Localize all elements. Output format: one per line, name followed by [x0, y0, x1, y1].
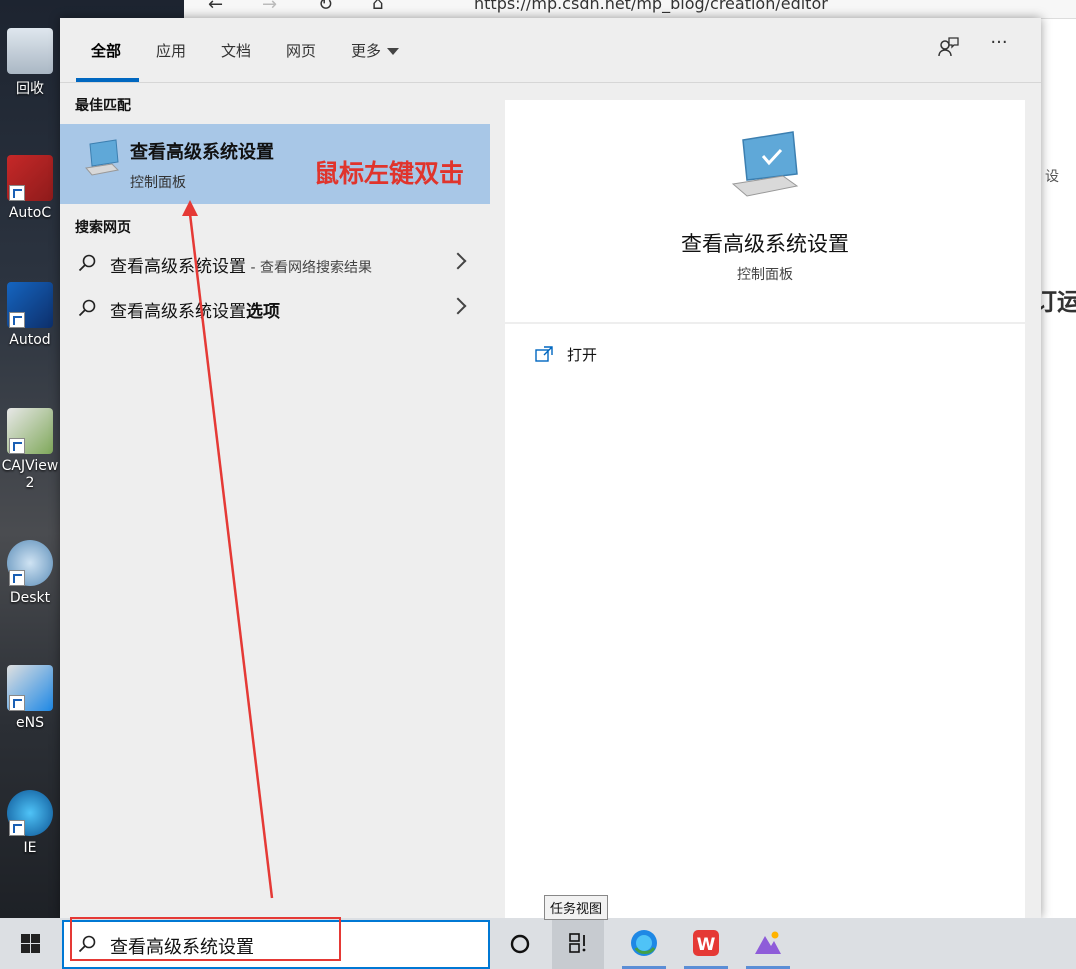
- chevron-right-icon: [449, 252, 467, 270]
- active-tab-indicator: [76, 78, 139, 82]
- web-search-heading: 搜索网页: [75, 220, 131, 236]
- tab-web[interactable]: 网页: [286, 40, 316, 61]
- refresh-icon[interactable]: ↻: [318, 0, 333, 15]
- open-action[interactable]: 打开: [535, 344, 597, 365]
- desktop-icon-ie[interactable]: IE: [0, 790, 60, 856]
- autodesk-icon: [7, 282, 53, 328]
- more-options-button[interactable]: ···: [984, 32, 1014, 62]
- taskbar-app[interactable]: [742, 918, 794, 969]
- web-result-item[interactable]: 查看高级系统设置选项: [60, 286, 490, 330]
- open-external-icon: [535, 346, 553, 362]
- computer-monitor-icon: [731, 131, 799, 197]
- web-result-item[interactable]: 查看高级系统设置 - 查看网络搜索结果: [60, 241, 490, 285]
- taskbar-wps[interactable]: W: [680, 918, 732, 969]
- detail-header: 查看高级系统设置 控制面板: [505, 100, 1025, 324]
- desktop-icon-label: eNS: [16, 715, 44, 731]
- web-result-main: 查看高级系统设置: [110, 302, 246, 322]
- web-result-main: 查看高级系统设置: [110, 257, 246, 277]
- desktop-icon-label: AutoC: [8, 205, 52, 221]
- svg-text:W: W: [697, 935, 716, 955]
- search-highlight-box: [70, 917, 341, 961]
- open-label: 打开: [567, 346, 598, 364]
- cajviewer-icon: [7, 408, 53, 454]
- edge-icon: [631, 930, 657, 956]
- app-mountain-icon: [755, 931, 781, 954]
- desktop-icon-ensp[interactable]: eNS: [0, 665, 60, 731]
- desktop-icon-desktop-app[interactable]: Deskt: [0, 540, 60, 606]
- shortcut-arrow-icon: [9, 438, 25, 454]
- side-text: 设: [1045, 169, 1059, 185]
- web-result-text: 查看高级系统设置选项: [110, 297, 280, 322]
- detail-pane: 查看高级系统设置 控制面板 打开: [505, 100, 1025, 918]
- web-result-text: 查看高级系统设置 - 查看网络搜索结果: [110, 252, 372, 277]
- desktop-icon-label: 回收: [16, 81, 44, 97]
- browser-side-strip: 设 订运: [1033, 20, 1076, 918]
- desktop-icon-label: Autod: [9, 332, 51, 348]
- desktop-icon-cajviewer[interactable]: CAJView 2: [0, 408, 60, 492]
- shortcut-arrow-icon: [9, 312, 25, 328]
- autocad-icon: [7, 155, 53, 201]
- tab-documents[interactable]: 文档: [221, 40, 251, 61]
- start-button[interactable]: [0, 918, 60, 969]
- tab-more-label: 更多: [351, 42, 382, 60]
- shortcut-arrow-icon: [9, 185, 25, 201]
- edge-icon: [7, 790, 53, 836]
- chevron-right-icon: [449, 297, 467, 315]
- shortcut-arrow-icon: [9, 695, 25, 711]
- recycle-bin-icon: [7, 28, 53, 74]
- tab-apps[interactable]: 应用: [156, 40, 186, 61]
- best-match-item[interactable]: 查看高级系统设置 控制面板 鼠标左键双击: [60, 124, 490, 204]
- desktop-icon-autodesk[interactable]: Autod: [0, 282, 60, 348]
- web-result-suffix: - 查看网络搜索结果: [246, 260, 372, 276]
- desktop-icon-label: CAJView 2: [1, 458, 59, 491]
- cortana-circle-icon: [510, 934, 530, 954]
- task-view-icon: [569, 933, 586, 953]
- annotation-text: 鼠标左键双击: [314, 159, 465, 188]
- desktop-icon-label: IE: [23, 840, 37, 856]
- detail-subtitle: 控制面板: [737, 267, 793, 283]
- feedback-button[interactable]: [933, 36, 963, 66]
- desktop-app-icon: [7, 540, 53, 586]
- web-result-bold-suffix: 选项: [246, 302, 280, 322]
- tab-all[interactable]: 全部: [91, 40, 121, 61]
- desktop-icon-label: Deskt: [9, 590, 51, 606]
- wps-icon: W: [693, 930, 719, 956]
- computer-monitor-icon: [85, 139, 120, 176]
- detail-title: 查看高级系统设置: [681, 232, 849, 256]
- results-list: 最佳匹配 查看高级系统设置 控制面板 鼠标左键双击 搜索网页 查看高级系统设置 …: [60, 83, 490, 918]
- forward-icon[interactable]: →: [262, 0, 277, 15]
- search-icon: [78, 254, 96, 272]
- search-panel: 全部 应用 文档 网页 更多 ··· 最佳匹配 查看高级系统设置 控制面板 鼠标…: [60, 18, 1041, 918]
- chevron-down-icon: [387, 48, 400, 55]
- windows-logo-icon: [21, 934, 40, 953]
- home-icon[interactable]: ⌂: [372, 0, 383, 14]
- taskbar-edge[interactable]: [618, 918, 670, 969]
- cortana-button[interactable]: [494, 918, 546, 969]
- browser-toolbar: ← → ↻ ⌂ https://mp.csdn.net/mp_blog/crea…: [184, 0, 1076, 19]
- tab-more[interactable]: 更多: [351, 40, 400, 61]
- desktop-icon-recycle-bin[interactable]: 回收: [0, 28, 60, 98]
- best-match-subtitle: 控制面板: [130, 175, 186, 191]
- best-match-heading: 最佳匹配: [75, 98, 131, 114]
- search-icon: [78, 299, 96, 317]
- task-view-button[interactable]: [552, 918, 604, 969]
- shortcut-arrow-icon: [9, 570, 25, 586]
- best-match-title: 查看高级系统设置: [130, 142, 274, 163]
- address-bar[interactable]: https://mp.csdn.net/mp_blog/creation/edi…: [474, 0, 828, 13]
- search-tabs: 全部 应用 文档 网页 更多 ···: [60, 18, 1041, 83]
- shortcut-arrow-icon: [9, 820, 25, 836]
- task-view-tooltip: 任务视图: [544, 895, 609, 920]
- back-icon[interactable]: ←: [208, 0, 223, 15]
- feedback-icon: [938, 37, 959, 57]
- desktop-icon-autocad[interactable]: AutoC: [0, 155, 60, 221]
- ensp-icon: [7, 665, 53, 711]
